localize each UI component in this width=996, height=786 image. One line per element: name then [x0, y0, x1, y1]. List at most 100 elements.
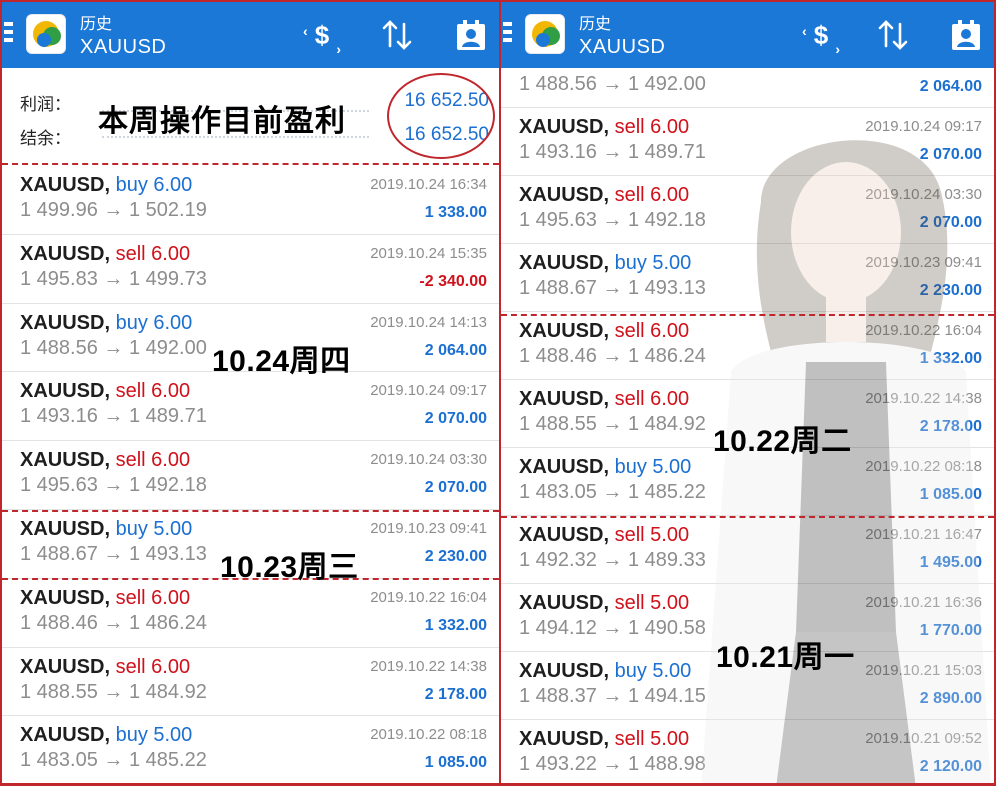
trade-history-list: XAUUSD, buy 6.00 1 499.96 → 1 502.19 2019.…: [2, 166, 499, 783]
symbol-text: XAUUSD,: [519, 524, 610, 546]
trade-time: 2019.10.24 15:35: [370, 244, 487, 262]
trade-prices: 1 492.32 → 1 489.33: [519, 549, 706, 571]
trade-side-volume: sell 6.00: [115, 242, 191, 265]
trade-side-volume: sell 6.00: [115, 449, 191, 472]
trade-time: 2019.10.21 16:47: [865, 526, 982, 543]
trade-time: 2019.10.22 08:18: [370, 726, 487, 744]
trade-row[interactable]: XAUUSD, sell 6.00 1 493.16 → 1 489.71 2019…: [2, 372, 499, 442]
trade-profit: 2 064.00: [424, 341, 487, 359]
currency-exchange-icon[interactable]: $ ‹ ›: [303, 18, 341, 57]
symbol-filter[interactable]: XAUUSD: [80, 36, 166, 59]
screen-title: 历史: [579, 16, 612, 33]
trade-prices: 1 488.55 → 1 484.92: [519, 413, 706, 435]
trade-time: 2019.10.21 16:36: [865, 594, 982, 611]
trade-side-volume: buy 5.00: [115, 517, 193, 540]
trade-row[interactable]: XAUUSD, sell 6.00 1 493.16 → 1 489.71 2019…: [501, 108, 994, 176]
trade-prices: 1 495.63 → 1 492.18: [20, 474, 207, 497]
trade-time: 2019.10.21 09:52: [865, 730, 982, 747]
top-app-bar: 历史 XAUUSD $ ‹ ›: [501, 2, 994, 68]
trade-profit: 2 230.00: [424, 547, 487, 565]
currency-exchange-icon[interactable]: $ ‹ ›: [802, 18, 840, 57]
trade-prices: 1 488.46 → 1 486.24: [519, 345, 706, 367]
trade-symbol: XAUUSD, sell 5.00: [519, 728, 689, 751]
trade-symbol: XAUUSD, sell 6.00: [20, 449, 190, 472]
trade-prices: 1 483.05 → 1 485.22: [519, 481, 706, 503]
symbol-text: XAUUSD,: [519, 320, 610, 342]
trade-profit: 1 332.00: [424, 616, 487, 634]
account-icon[interactable]: [454, 18, 488, 52]
trade-side-volume: buy 5.00: [614, 252, 692, 274]
trade-symbol: XAUUSD, sell 6.00: [519, 184, 689, 207]
trade-row[interactable]: XAUUSD, sell 5.00 1 492.32 → 1 489.33 2019…: [501, 516, 994, 584]
trade-time: 2019.10.22 14:38: [865, 390, 982, 407]
trade-row[interactable]: XAUUSD, buy 6.00 1 499.96 → 1 502.19 2019.…: [2, 166, 499, 235]
annotation-day-tue: 10.22周二: [713, 425, 852, 458]
menu-icon[interactable]: [503, 22, 513, 46]
symbol-text: XAUUSD,: [20, 724, 111, 747]
trade-profit: 2 178.00: [919, 418, 982, 435]
symbol-text: XAUUSD,: [519, 592, 610, 614]
top-app-bar: 历史 XAUUSD $ ‹ ›: [2, 2, 499, 68]
sort-icon[interactable]: [380, 18, 414, 52]
sort-icon[interactable]: [876, 18, 910, 52]
trade-side-volume: sell 6.00: [115, 380, 191, 403]
trade-time: 2019.10.24 14:13: [370, 313, 487, 331]
symbol-text: XAUUSD,: [20, 655, 111, 678]
trade-time: 2019.10.24 03:30: [865, 186, 982, 203]
trade-symbol: XAUUSD, sell 6.00: [20, 380, 190, 403]
trade-symbol: XAUUSD, sell 6.00: [519, 320, 689, 343]
trade-side-volume: buy 5.00: [614, 660, 692, 682]
trade-symbol: XAUUSD, buy 5.00: [519, 252, 691, 275]
symbol-text: XAUUSD,: [519, 116, 610, 138]
menu-icon[interactable]: [4, 22, 14, 46]
trade-side-volume: sell 6.00: [614, 320, 690, 342]
trade-symbol: XAUUSD, sell 5.00: [519, 592, 689, 615]
trade-row[interactable]: XAUUSD, sell 6.00 1 488.46 → 1 486.24 2019…: [2, 579, 499, 648]
annotation-day-wed: 10.23周三: [220, 551, 359, 584]
trade-row[interactable]: XAUUSD, sell 6.00 1 495.63 → 1 492.18 2019…: [2, 441, 499, 510]
trade-side-volume: sell 5.00: [614, 728, 690, 750]
right-screenshot-panel: 1 488.56 → 1 492.00 2 064.00 XAUUSD, sell …: [499, 0, 996, 786]
symbol-text: XAUUSD,: [20, 517, 111, 540]
trade-prices: 1 495.83 → 1 499.73: [20, 267, 207, 290]
trade-side-volume: sell 6.00: [115, 586, 191, 609]
symbol-text: XAUUSD,: [519, 388, 610, 410]
trade-profit: 1 495.00: [919, 554, 982, 571]
annotation-weekly-profit: 本周操作目前盈利: [98, 105, 346, 138]
trade-row[interactable]: XAUUSD, sell 5.00 1 493.22 → 1 488.98 2019…: [501, 720, 994, 783]
trade-row[interactable]: XAUUSD, sell 6.00 1 495.63 → 1 492.18 2019…: [501, 176, 994, 244]
trade-side-volume: buy 6.00: [115, 174, 193, 196]
trade-row[interactable]: XAUUSD, sell 6.00 1 488.55 → 1 484.92 2019…: [2, 648, 499, 717]
symbol-text: XAUUSD,: [20, 242, 111, 265]
trade-prices: 1 483.05 → 1 485.22: [20, 749, 207, 772]
trade-profit: 2 890.00: [919, 690, 982, 707]
trade-row[interactable]: XAUUSD, buy 5.00 1 488.67 → 1 493.13 2019.…: [501, 244, 994, 312]
trade-symbol: XAUUSD, buy 5.00: [20, 518, 192, 541]
trade-profit: 1 085.00: [424, 754, 487, 772]
trade-row[interactable]: XAUUSD, buy 5.00 1 483.05 → 1 485.22 2019.…: [2, 716, 499, 783]
trade-prices: 1 488.56 → 1 492.00: [519, 73, 706, 95]
symbol-text: XAUUSD,: [519, 660, 610, 682]
trade-symbol: XAUUSD, buy 5.00: [519, 660, 691, 683]
trade-time: 2019.10.24 16:34: [370, 176, 487, 193]
trade-side-volume: sell 6.00: [115, 655, 191, 678]
metatrader-logo-icon: [26, 14, 66, 54]
trade-prices: 1 493.16 → 1 489.71: [519, 141, 706, 163]
symbol-text: XAUUSD,: [20, 174, 111, 196]
trade-side-volume: sell 6.00: [614, 388, 690, 410]
trade-profit: -2 340.00: [419, 272, 487, 290]
trade-profit: 1 332.00: [919, 350, 982, 367]
trade-row[interactable]: XAUUSD, sell 6.00 1 488.46 → 1 486.24 2019…: [501, 312, 994, 380]
symbol-text: XAUUSD,: [20, 586, 111, 609]
trade-profit: 1 770.00: [919, 622, 982, 639]
trade-prices: 1 488.37 → 1 494.15: [519, 685, 706, 707]
symbol-filter[interactable]: XAUUSD: [579, 36, 665, 59]
trade-profit: 2 070.00: [919, 214, 982, 231]
trade-prices: 1 488.55 → 1 484.92: [20, 680, 207, 703]
trade-row[interactable]: XAUUSD, sell 6.00 1 495.83 → 1 499.73 2019…: [2, 235, 499, 304]
trade-profit: 1 338.00: [424, 204, 487, 221]
account-icon[interactable]: [949, 18, 983, 52]
trade-time: 2019.10.24 03:30: [370, 451, 487, 469]
trade-side-volume: buy 6.00: [115, 311, 193, 334]
symbol-text: XAUUSD,: [519, 184, 610, 206]
